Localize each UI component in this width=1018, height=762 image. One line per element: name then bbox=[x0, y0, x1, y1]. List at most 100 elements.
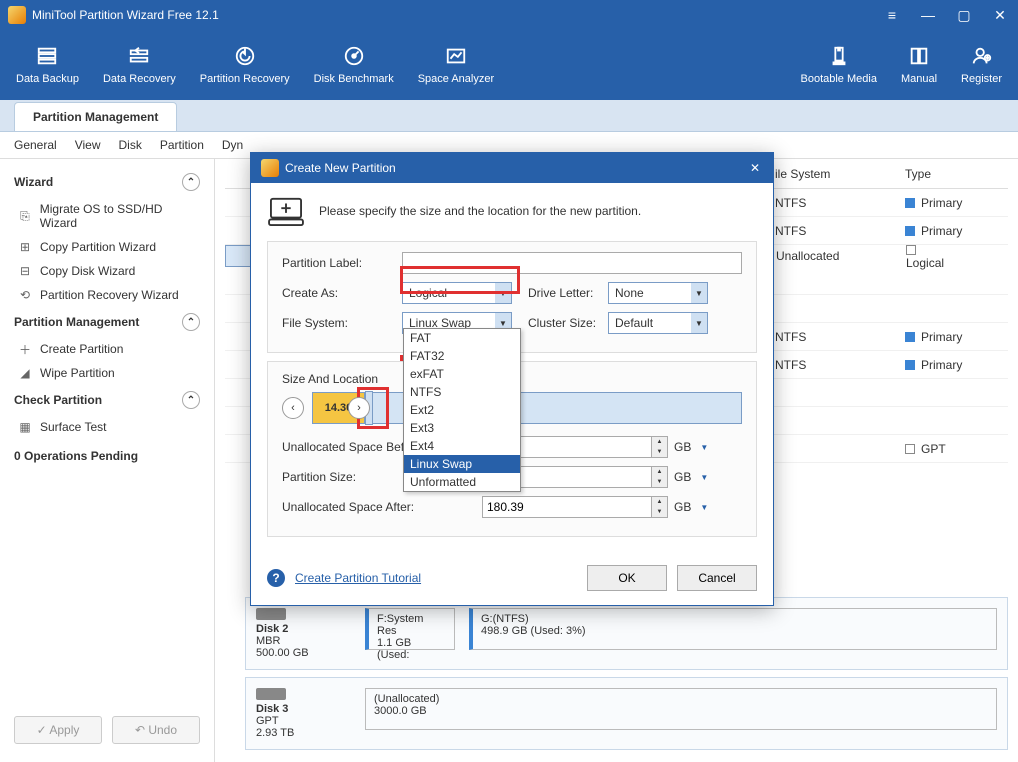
filesystem-option[interactable]: Ext4 bbox=[404, 437, 520, 455]
sidebar: Wizard⌃ ⎘Migrate OS to SSD/HD Wizard ⊞Co… bbox=[0, 159, 215, 762]
menu-general[interactable]: General bbox=[14, 138, 57, 152]
menu-view[interactable]: View bbox=[75, 138, 101, 152]
dialog-titlebar[interactable]: Create New Partition ✕ bbox=[251, 153, 773, 183]
prev-button[interactable]: ‹ bbox=[282, 397, 304, 419]
disk-2-panel[interactable]: Disk 2 MBR 500.00 GB F:System Res1.1 GB … bbox=[245, 597, 1008, 670]
wizard-group[interactable]: Wizard⌃ bbox=[0, 167, 214, 197]
copy-partition-wizard[interactable]: ⊞Copy Partition Wizard bbox=[0, 235, 214, 259]
data-recovery-button[interactable]: Data Recovery bbox=[91, 39, 188, 91]
create-partition-dialog: Create New Partition ✕ Please specify th… bbox=[250, 152, 774, 606]
register-button[interactable]: Register bbox=[949, 39, 1014, 91]
titlebar: MiniTool Partition Wizard Free 12.1 ≡ — … bbox=[0, 0, 1018, 30]
app-title: MiniTool Partition Wizard Free 12.1 bbox=[32, 8, 882, 22]
tutorial-link[interactable]: Create Partition Tutorial bbox=[295, 571, 421, 585]
partition-recovery-button[interactable]: Partition Recovery bbox=[188, 39, 302, 91]
col-type[interactable]: Type bbox=[905, 167, 931, 181]
unit-chevron-icon[interactable]: ▼ bbox=[697, 496, 711, 518]
filesystem-dropdown[interactable]: FATFAT32exFATNTFSExt2Ext3Ext4Linux SwapU… bbox=[403, 328, 521, 492]
disk2-part2[interactable]: G:(NTFS)498.9 GB (Used: 3%) bbox=[469, 608, 997, 650]
ok-button[interactable]: OK bbox=[587, 565, 667, 591]
plus-icon: ＋ bbox=[18, 342, 32, 356]
copy-partition-icon: ⊞ bbox=[18, 240, 32, 254]
minimize-button[interactable]: — bbox=[918, 5, 938, 25]
spinner[interactable]: ▲▼ bbox=[652, 436, 668, 458]
drive-letter-select[interactable]: None▼ bbox=[608, 282, 708, 304]
create-partition[interactable]: ＋Create Partition bbox=[0, 337, 214, 361]
filesystem-label: File System: bbox=[282, 316, 402, 330]
menu-disk[interactable]: Disk bbox=[119, 138, 142, 152]
filesystem-option[interactable]: Ext3 bbox=[404, 419, 520, 437]
surface-test[interactable]: ▦Surface Test bbox=[0, 415, 214, 439]
disk-benchmark-button[interactable]: Disk Benchmark bbox=[302, 39, 406, 91]
create-as-label: Create As: bbox=[282, 286, 402, 300]
chevron-down-icon: ▼ bbox=[691, 313, 707, 333]
copy-disk-icon: ⊟ bbox=[18, 264, 32, 278]
grid-icon: ▦ bbox=[18, 420, 32, 434]
size-slider[interactable]: 14.30 bbox=[312, 392, 742, 424]
disk-icon bbox=[256, 608, 286, 620]
migrate-icon: ⎘ bbox=[18, 209, 32, 223]
eraser-icon: ◢ bbox=[18, 366, 32, 380]
unalloc-after-input[interactable] bbox=[482, 496, 652, 518]
pending-operations: 0 Operations Pending bbox=[0, 439, 214, 473]
cp-group[interactable]: Check Partition⌃ bbox=[0, 385, 214, 415]
spinner[interactable]: ▲▼ bbox=[652, 466, 668, 488]
partition-recovery-wizard[interactable]: ⟲Partition Recovery Wizard bbox=[0, 283, 214, 307]
maximize-button[interactable]: ▢ bbox=[954, 5, 974, 25]
disk2-part1[interactable]: F:System Res1.1 GB (Used: bbox=[365, 608, 455, 650]
disk-3-panel[interactable]: Disk 3 GPT 2.93 TB (Unallocated)3000.0 G… bbox=[245, 677, 1008, 750]
chevron-down-icon: ▼ bbox=[691, 283, 707, 303]
manual-button[interactable]: Manual bbox=[889, 39, 949, 91]
bootable-media-button[interactable]: Bootable Media bbox=[789, 39, 889, 91]
disk3-part1[interactable]: (Unallocated)3000.0 GB bbox=[365, 688, 997, 730]
app-icon bbox=[8, 6, 26, 24]
copy-disk-wizard[interactable]: ⊟Copy Disk Wizard bbox=[0, 259, 214, 283]
drive-letter-label: Drive Letter: bbox=[528, 286, 608, 300]
close-button[interactable]: ✕ bbox=[990, 5, 1010, 25]
filesystem-option[interactable]: NTFS bbox=[404, 383, 520, 401]
apply-button[interactable]: ✓ Apply bbox=[14, 716, 102, 744]
filesystem-option[interactable]: exFAT bbox=[404, 365, 520, 383]
undo-button[interactable]: ↶ Undo bbox=[112, 716, 200, 744]
cluster-size-select[interactable]: Default▼ bbox=[608, 312, 708, 334]
tabs: Partition Management bbox=[0, 100, 1018, 132]
chevron-up-icon[interactable]: ⌃ bbox=[182, 173, 200, 191]
filesystem-option[interactable]: Linux Swap bbox=[404, 455, 520, 473]
chevron-up-icon[interactable]: ⌃ bbox=[182, 313, 200, 331]
unit-label: GB bbox=[674, 500, 691, 514]
col-filesystem[interactable]: ile System bbox=[775, 167, 830, 181]
cluster-size-label: Cluster Size: bbox=[528, 316, 608, 330]
space-analyzer-button[interactable]: Space Analyzer bbox=[406, 39, 506, 91]
menu-partition[interactable]: Partition bbox=[160, 138, 204, 152]
cancel-button[interactable]: Cancel bbox=[677, 565, 757, 591]
chevron-down-icon: ▼ bbox=[495, 283, 511, 303]
menu-dynamic[interactable]: Dyn bbox=[222, 138, 243, 152]
app-icon bbox=[261, 159, 279, 177]
filesystem-option[interactable]: Unformatted bbox=[404, 473, 520, 491]
pm-group[interactable]: Partition Management⌃ bbox=[0, 307, 214, 337]
filesystem-option[interactable]: FAT32 bbox=[404, 347, 520, 365]
data-backup-button[interactable]: Data Backup bbox=[4, 39, 91, 91]
dialog-close-button[interactable]: ✕ bbox=[747, 160, 763, 176]
wipe-partition[interactable]: ◢Wipe Partition bbox=[0, 361, 214, 385]
filesystem-option[interactable]: Ext2 bbox=[404, 401, 520, 419]
main-toolbar: Data Backup Data Recovery Partition Reco… bbox=[0, 30, 1018, 100]
drive-plus-icon bbox=[267, 195, 305, 227]
unit-chevron-icon[interactable]: ▼ bbox=[697, 436, 711, 458]
unit-label: GB bbox=[674, 440, 691, 454]
migrate-os-wizard[interactable]: ⎘Migrate OS to SSD/HD Wizard bbox=[0, 197, 214, 235]
chevron-up-icon[interactable]: ⌃ bbox=[182, 391, 200, 409]
unit-label: GB bbox=[674, 470, 691, 484]
partition-label-label: Partition Label: bbox=[282, 256, 402, 270]
hamburger-icon[interactable]: ≡ bbox=[882, 5, 902, 25]
help-icon[interactable]: ? bbox=[267, 569, 285, 587]
dialog-title: Create New Partition bbox=[285, 161, 747, 175]
unit-chevron-icon[interactable]: ▼ bbox=[697, 466, 711, 488]
filesystem-option[interactable]: FAT bbox=[404, 329, 520, 347]
tab-partition-management[interactable]: Partition Management bbox=[14, 102, 177, 131]
spinner[interactable]: ▲▼ bbox=[652, 496, 668, 518]
create-as-select[interactable]: Logical▼ bbox=[402, 282, 512, 304]
unalloc-after-label: Unallocated Space After: bbox=[282, 500, 482, 514]
partition-label-input[interactable] bbox=[402, 252, 742, 274]
next-button[interactable]: › bbox=[348, 397, 370, 419]
